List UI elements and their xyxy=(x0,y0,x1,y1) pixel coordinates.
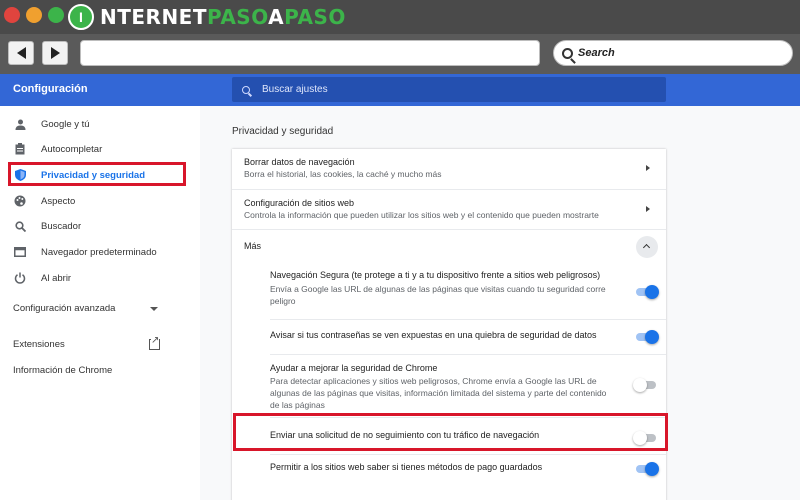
sidebar-item-label: Google y tú xyxy=(41,118,90,130)
sidebar-item-label: Privacidad y seguridad xyxy=(41,169,146,181)
power-icon xyxy=(14,272,26,284)
toggle-improve-security[interactable] xyxy=(633,378,656,392)
sidebar-item-label: Al abrir xyxy=(41,272,72,284)
forward-button[interactable] xyxy=(42,41,68,65)
back-arrow-icon xyxy=(16,47,26,59)
toggle-knob xyxy=(633,431,647,445)
setting-description: Para detectar aplicaciones y sitios web … xyxy=(270,376,607,410)
settings-search-placeholder: Buscar ajustes xyxy=(262,84,328,95)
chevron-down-icon xyxy=(150,307,158,311)
setting-description: Envía a Google las URL de algunas de las… xyxy=(270,284,606,306)
toggle-knob xyxy=(645,285,659,299)
search-icon xyxy=(562,47,573,59)
main-content: Privacidad y seguridad Borrar datos de n… xyxy=(200,106,800,500)
search-icon xyxy=(242,85,250,94)
row-title: Borrar datos de navegación xyxy=(244,157,355,167)
chevron-right-icon xyxy=(646,165,650,171)
row-title: Más xyxy=(244,241,262,251)
divider xyxy=(270,417,666,419)
toggle-knob xyxy=(645,330,659,344)
shield-icon xyxy=(14,169,26,181)
browser-icon xyxy=(14,246,26,258)
privacy-card: Borrar datos de navegación Borra el hist… xyxy=(232,149,666,500)
chevron-right-icon xyxy=(646,206,650,212)
title-bar: I NTERNETPASOAPASO xyxy=(0,0,800,34)
sidebar-advanced-label: Configuración avanzada xyxy=(13,303,116,314)
search-icon xyxy=(14,220,26,232)
toggle-payment-methods[interactable] xyxy=(636,462,659,476)
divider xyxy=(270,354,666,356)
forward-arrow-icon xyxy=(50,47,60,59)
toggle-password-leak[interactable] xyxy=(636,330,659,344)
sidebar-item-label: Aspecto xyxy=(41,195,76,207)
palette-icon xyxy=(14,195,26,207)
sidebar-extensions-label: Extensiones xyxy=(13,339,65,350)
browser-search-box[interactable]: Search xyxy=(553,40,793,66)
setting-safe-browsing: Navegación Segura (te protege a ti y a t… xyxy=(270,270,650,314)
sidebar-advanced-toggle[interactable]: Configuración avanzada xyxy=(13,303,193,317)
sidebar-item-label: Buscador xyxy=(41,220,82,232)
sidebar: Google y tú Autocompletar Privacidad y s… xyxy=(0,106,200,500)
setting-payment-methods: Permitir a los sitios web saber si tiene… xyxy=(270,462,650,476)
sidebar-item-default-browser[interactable]: Navegador predeterminado xyxy=(0,240,200,264)
settings-page: Configuración Buscar ajustes Google y tú… xyxy=(0,74,800,500)
page-title: Configuración xyxy=(13,83,88,95)
toggle-knob xyxy=(633,378,647,392)
close-window-button[interactable] xyxy=(4,7,20,23)
setting-improve-security: Ayudar a mejorar la seguridad de Chrome … xyxy=(270,363,650,419)
setting-title: Permitir a los sitios web saber si tiene… xyxy=(270,462,543,472)
setting-title: Navegación Segura (te protege a ti y a t… xyxy=(270,270,601,280)
maximize-window-button[interactable] xyxy=(48,7,64,23)
minimize-window-button[interactable] xyxy=(26,7,42,23)
sidebar-item-google[interactable]: Google y tú xyxy=(0,112,200,136)
sidebar-item-extensions[interactable]: Extensiones xyxy=(13,336,193,353)
sidebar-item-label: Navegador predeterminado xyxy=(41,246,157,258)
setting-title: Enviar una solicitud de no seguimiento c… xyxy=(270,430,540,440)
settings-search-input[interactable]: Buscar ajustes xyxy=(232,77,666,102)
browser-search-label: Search xyxy=(578,47,615,59)
sidebar-item-about[interactable]: Información de Chrome xyxy=(13,365,112,376)
clipboard-icon xyxy=(14,143,26,155)
setting-password-leak: Avisar si tus contraseñas se ven expuest… xyxy=(270,330,650,344)
toggle-knob xyxy=(645,462,659,476)
chevron-up-icon[interactable] xyxy=(636,236,658,258)
sidebar-about-label: Información de Chrome xyxy=(13,365,113,376)
setting-title: Ayudar a mejorar la seguridad de Chrome xyxy=(270,363,438,373)
sidebar-item-search-engine[interactable]: Buscador xyxy=(0,214,200,238)
back-button[interactable] xyxy=(8,41,34,65)
section-title: Privacidad y seguridad xyxy=(232,126,334,137)
brand-logo: I NTERNETPASOAPASO xyxy=(68,3,346,31)
external-link-icon xyxy=(149,336,160,350)
sidebar-item-autofill[interactable]: Autocompletar xyxy=(0,137,200,161)
row-clear-browsing-data[interactable]: Borrar datos de navegación Borra el hist… xyxy=(232,149,666,189)
row-site-settings[interactable]: Configuración de sitios web Controla la … xyxy=(232,189,666,229)
setting-title: Avisar si tus contraseñas se ven expuest… xyxy=(270,330,597,340)
sidebar-item-privacy[interactable]: Privacidad y seguridad xyxy=(0,163,200,187)
sidebar-item-label: Autocompletar xyxy=(41,143,103,155)
row-more[interactable]: Más xyxy=(232,229,666,263)
sidebar-item-on-startup[interactable]: Al abrir xyxy=(0,266,200,290)
toggle-do-not-track[interactable] xyxy=(633,431,656,445)
row-title: Configuración de sitios web xyxy=(244,198,355,208)
divider xyxy=(270,454,666,456)
setting-do-not-track: Enviar una solicitud de no seguimiento c… xyxy=(270,430,650,444)
toggle-safe-browsing[interactable] xyxy=(636,285,659,299)
person-icon xyxy=(14,118,26,130)
sidebar-item-appearance[interactable]: Aspecto xyxy=(0,189,200,213)
row-subtitle: Borra el historial, las cookies, la cach… xyxy=(244,169,442,179)
settings-header: Configuración Buscar ajustes xyxy=(0,74,800,106)
row-subtitle: Controla la información que pueden utili… xyxy=(244,210,599,220)
address-bar[interactable] xyxy=(80,40,540,66)
browser-toolbar: Search xyxy=(0,34,800,74)
brand-mark-icon: I xyxy=(68,4,94,30)
brand-wordmark: NTERNETPASOAPASO xyxy=(100,5,346,29)
